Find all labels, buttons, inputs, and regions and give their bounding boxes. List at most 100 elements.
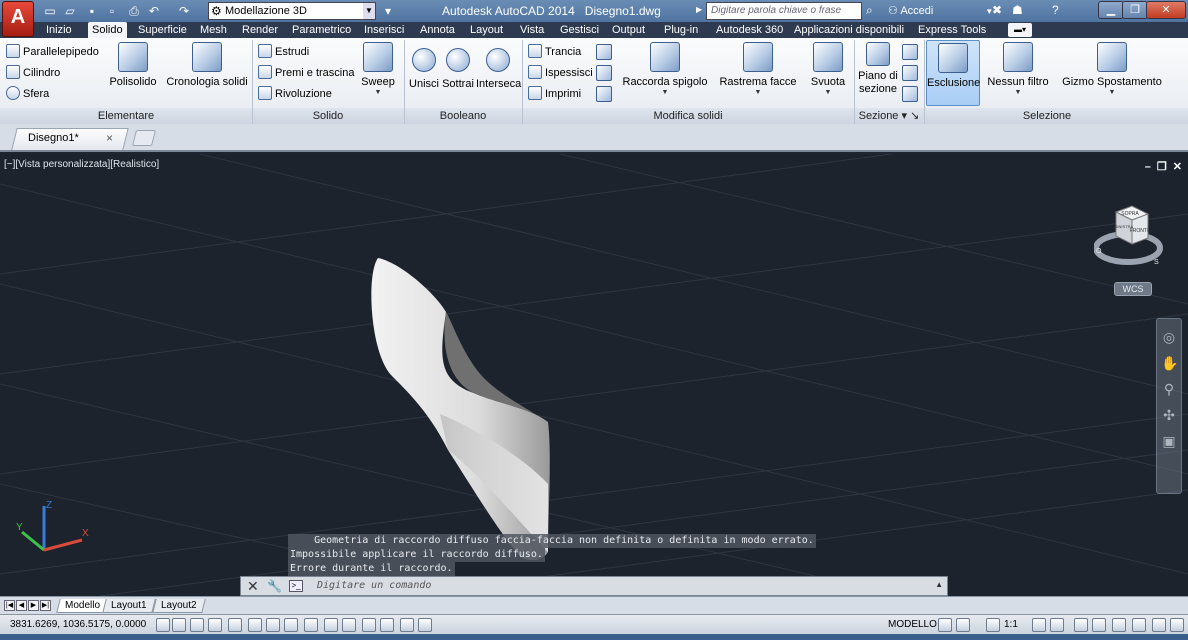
tab-vista[interactable]: Vista [516, 22, 548, 38]
imprimi-button[interactable]: Imprimi [528, 85, 581, 103]
lock-icon[interactable] [1092, 618, 1106, 632]
snap-mode-icon[interactable] [172, 618, 186, 632]
next-layout-icon[interactable]: ▶ [28, 600, 39, 611]
help-icon[interactable]: ? [1052, 3, 1059, 17]
previous-layout-icon[interactable]: ◀ [16, 600, 27, 611]
parallelepipedo-button[interactable]: Parallelepipedo [6, 43, 99, 61]
tab-mesh[interactable]: Mesh [196, 22, 231, 38]
wrench-icon[interactable]: 🔧 [267, 579, 282, 593]
tab-render[interactable]: Render [238, 22, 282, 38]
close-icon[interactable]: × [106, 131, 113, 145]
tab-express-tools[interactable]: Express Tools [914, 22, 990, 38]
sfera-button[interactable]: Sfera [6, 85, 49, 103]
shell-edge-icon[interactable] [596, 86, 612, 102]
annotation-monitor-icon[interactable] [418, 618, 432, 632]
trancia-button[interactable]: Trancia [528, 43, 581, 61]
ortho-mode-icon[interactable] [208, 618, 222, 632]
model-space-toggle[interactable]: MODELLO [888, 619, 937, 630]
minimize-icon[interactable]: – [1145, 161, 1151, 173]
status-bar-menu-icon[interactable] [1152, 618, 1166, 632]
annotation-scale[interactable]: 1:1 [1004, 619, 1018, 630]
close-icon[interactable]: ✕ [247, 578, 259, 595]
tab-autodesk-360[interactable]: Autodesk 360 [712, 22, 787, 38]
dynamic-ucs-icon[interactable] [304, 618, 318, 632]
workspace-selector[interactable]: ⚙ Modellazione 3D ▼ [208, 2, 376, 20]
drawing-viewport[interactable]: Z Y X [−][Vista personalizzata][Realisti… [0, 154, 1188, 596]
tab-gestisci[interactable]: Gestisci [556, 22, 603, 38]
ribbon-display-toggle-icon[interactable]: ▬▾ [1008, 23, 1032, 37]
tab-layout[interactable]: Layout [466, 22, 507, 38]
wcs-menu[interactable]: WCS [1114, 282, 1152, 296]
steering-wheel-icon[interactable]: ◎ [1161, 329, 1177, 345]
gizmo-spostamento-button[interactable]: Gizmo Spostamento ▼ [1062, 40, 1162, 106]
rastrema-facce-button[interactable]: Rastrema facce ▼ [718, 40, 798, 106]
tab-superficie[interactable]: Superficie [134, 22, 191, 38]
pan-icon[interactable]: ✋ [1161, 355, 1178, 371]
tab-plug-in[interactable]: Plug-in [660, 22, 702, 38]
interseca-button[interactable]: Interseca [476, 40, 521, 106]
raccorda-spigolo-button[interactable]: Raccorda spigolo ▼ [622, 40, 708, 106]
last-layout-icon[interactable]: ▶| [40, 600, 51, 611]
object-snap-tracking-icon[interactable] [284, 618, 298, 632]
viewport-canvas[interactable]: Z Y X [0, 154, 1188, 596]
tab-solido[interactable]: Solido [88, 22, 127, 38]
transparency-icon[interactable] [362, 618, 376, 632]
separate-icon[interactable] [596, 65, 612, 81]
quick-access-menu-icon[interactable]: ▾ [380, 3, 396, 19]
dynamic-input-icon[interactable] [324, 618, 338, 632]
restore-icon[interactable]: ❐ [1157, 161, 1167, 173]
3d-object-snap-icon[interactable] [266, 618, 280, 632]
sweep-button[interactable]: Sweep ▼ [358, 40, 398, 106]
tab-layout2[interactable]: Layout2 [152, 599, 206, 613]
tab-annota[interactable]: Annota [416, 22, 459, 38]
viewport-controls-label[interactable]: [−][Vista personalizzata][Realistico] [4, 159, 159, 170]
tab-modello[interactable]: Modello [56, 599, 109, 613]
polisolido-button[interactable]: Polisolido [108, 40, 158, 106]
isolate-objects-icon[interactable] [1132, 618, 1146, 632]
quick-properties-icon[interactable] [380, 618, 394, 632]
esclusione-button[interactable]: Esclusione [926, 40, 980, 106]
grid-display-icon[interactable] [190, 618, 204, 632]
svuota-button[interactable]: Svuota ▼ [808, 40, 848, 106]
application-menu-button[interactable]: A [2, 1, 34, 37]
close-icon[interactable]: ✕ [1173, 161, 1182, 173]
panel-title-sezione[interactable]: Sezione ▾ ↘ [854, 109, 924, 123]
coordinates-display[interactable]: 3831.6269, 1036.5175, 0.0000 [10, 619, 146, 630]
tab-inserisci[interactable]: Inserisci [360, 22, 408, 38]
binoculars-icon[interactable]: ⌕ [866, 3, 873, 18]
quick-view-drawings-icon[interactable] [956, 618, 970, 632]
command-prompt-icon[interactable]: >_ [289, 580, 303, 592]
estrudi-button[interactable]: Estrudi [258, 43, 309, 61]
tab-parametrico[interactable]: Parametrico [288, 22, 355, 38]
print-icon[interactable]: ⎙ [126, 3, 142, 19]
polar-tracking-icon[interactable] [228, 618, 242, 632]
exchange-apps-icon[interactable]: ✖ [992, 3, 1002, 17]
minimize-button[interactable]: ▁ [1098, 1, 1124, 19]
object-snap-icon[interactable] [248, 618, 262, 632]
tab-layout1[interactable]: Layout1 [102, 599, 156, 613]
open-file-icon[interactable]: ▱ [62, 3, 78, 19]
auto-scale-icon[interactable] [1050, 618, 1064, 632]
infer-constraints-icon[interactable] [156, 618, 170, 632]
interfere-icon[interactable] [596, 44, 612, 60]
generate-section-icon[interactable] [902, 86, 918, 102]
sottrai-button[interactable]: Sottrai [440, 40, 476, 106]
selection-cycling-icon[interactable] [400, 618, 414, 632]
restore-button[interactable]: ❐ [1122, 1, 1148, 19]
tab-applicazioni[interactable]: Applicazioni disponibili [790, 22, 908, 38]
expand-arrow-icon[interactable]: ▶ [696, 5, 702, 14]
showmotion-icon[interactable]: ▣ [1161, 433, 1177, 449]
tab-inizio[interactable]: Inizio [42, 22, 76, 38]
new-drawing-tab[interactable] [132, 130, 156, 146]
lineweight-icon[interactable] [342, 618, 356, 632]
new-file-icon[interactable]: ▭ [42, 3, 58, 19]
tab-output[interactable]: Output [608, 22, 649, 38]
first-layout-icon[interactable]: |◀ [4, 600, 15, 611]
save-as-icon[interactable]: ▫ [104, 3, 120, 19]
quick-view-layouts-icon[interactable] [938, 618, 952, 632]
annotation-visibility-icon[interactable] [1032, 618, 1046, 632]
add-jog-icon[interactable] [902, 65, 918, 81]
premi-trascina-button[interactable]: Premi e trascina [258, 64, 354, 82]
ispessisci-button[interactable]: Ispessisci [528, 64, 593, 82]
rivoluzione-button[interactable]: Rivoluzione [258, 85, 332, 103]
